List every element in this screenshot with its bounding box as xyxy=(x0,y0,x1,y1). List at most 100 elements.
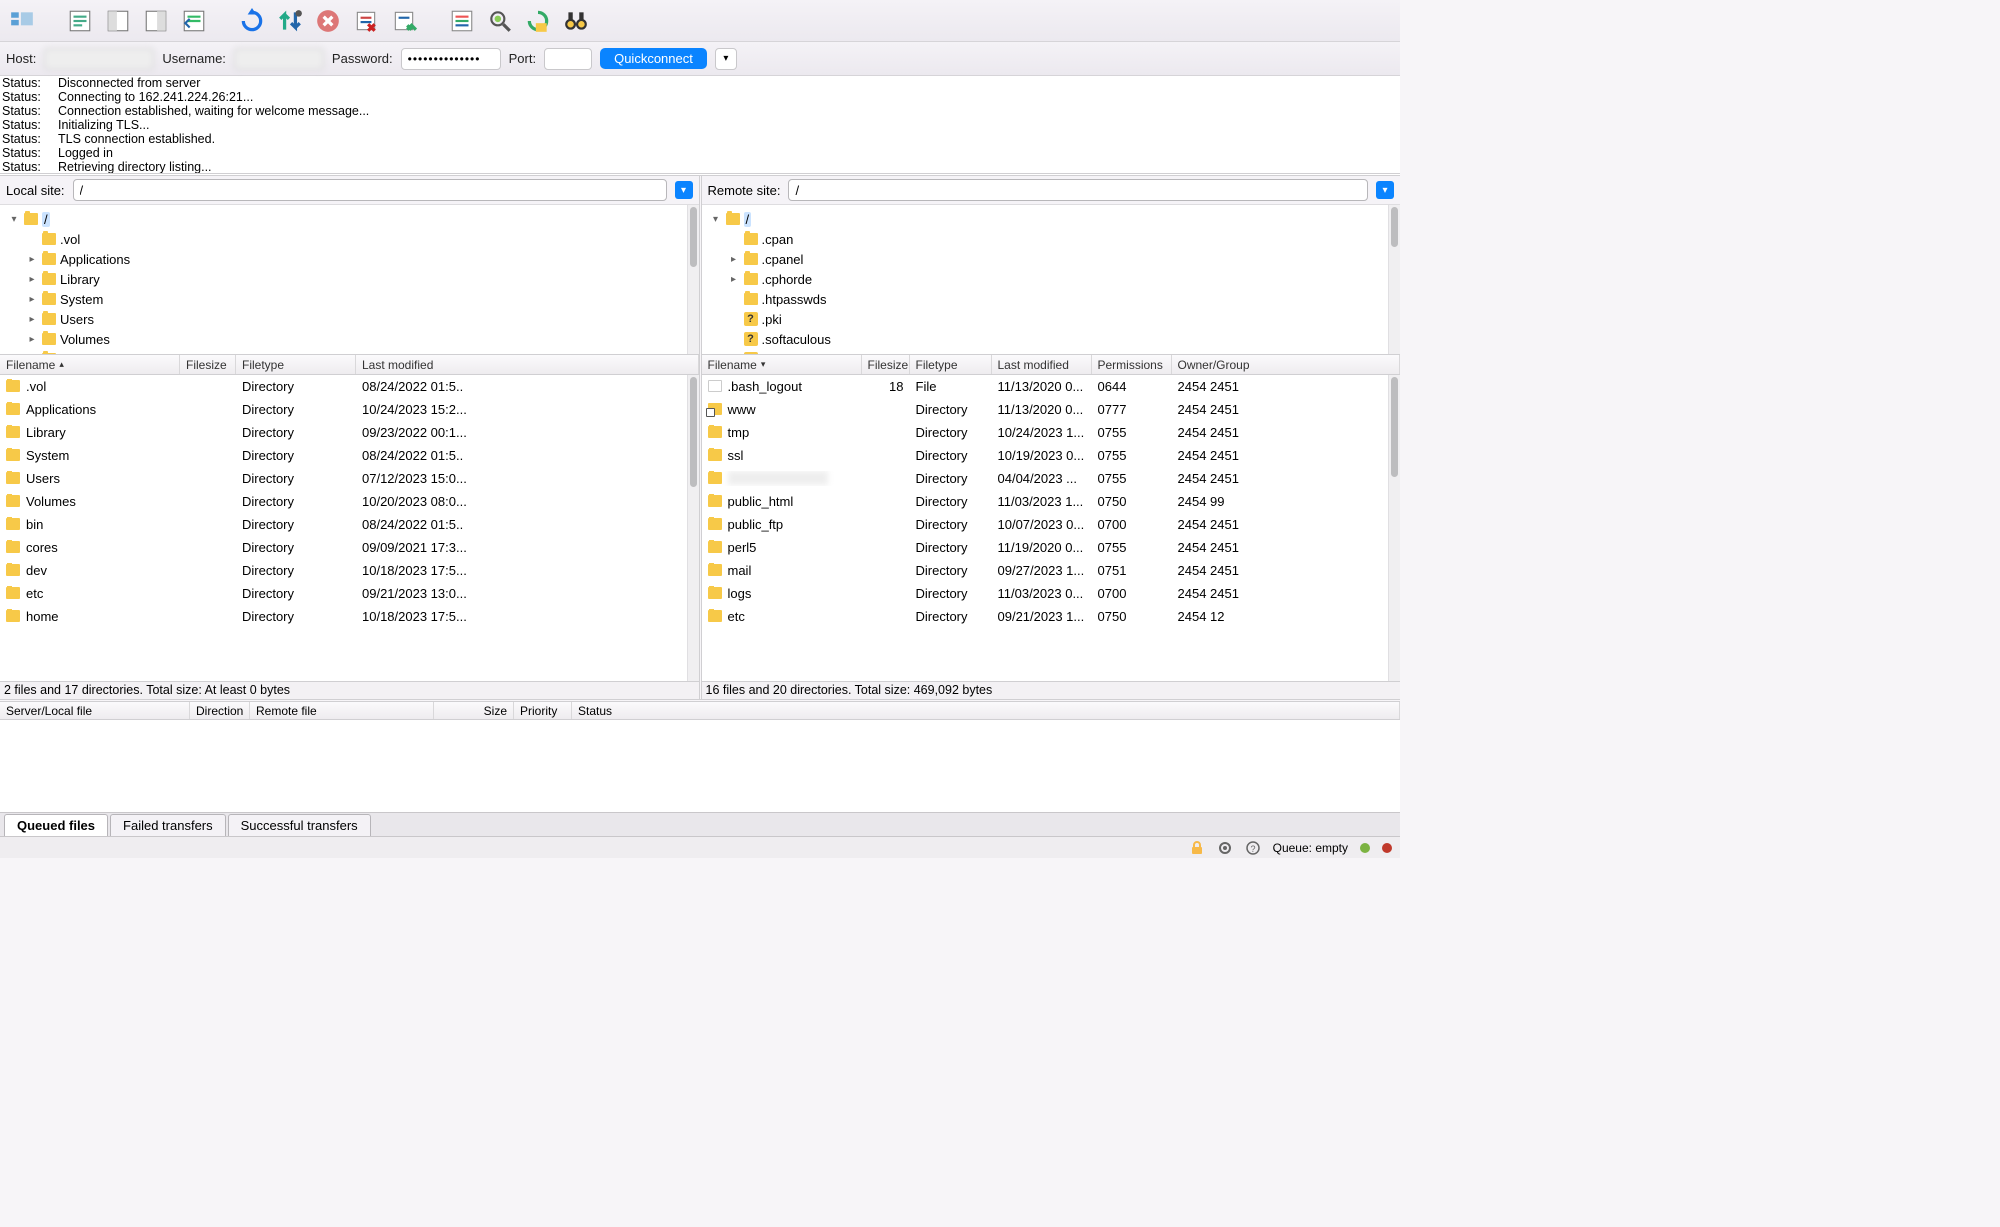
expand-icon[interactable]: ▾ xyxy=(8,214,20,225)
remote-col-filesize[interactable]: Filesize xyxy=(862,355,910,374)
quickconnect-dropdown[interactable]: ▾ xyxy=(715,48,737,70)
list-item[interactable]: public_ftpDirectory10/07/2023 0...070024… xyxy=(702,513,1389,536)
local-tree-scrollbar[interactable] xyxy=(687,205,699,354)
toggle-local-tree-icon[interactable] xyxy=(102,5,134,37)
tree-item[interactable]: ?.spamassassin xyxy=(710,349,1389,354)
queue-col-status[interactable]: Status xyxy=(572,702,1400,719)
tree-item[interactable]: bin xyxy=(8,349,687,354)
list-item[interactable]: sslDirectory10/19/2023 0...07552454 2451 xyxy=(702,444,1389,467)
local-col-filetype[interactable]: Filetype xyxy=(236,355,356,374)
remote-col-modified[interactable]: Last modified xyxy=(992,355,1092,374)
remote-col-permissions[interactable]: Permissions xyxy=(1092,355,1172,374)
tab-successful-transfers[interactable]: Successful transfers xyxy=(228,814,371,836)
remote-col-filetype[interactable]: Filetype xyxy=(910,355,992,374)
cancel-icon[interactable] xyxy=(312,5,344,37)
remote-tree-scrollbar[interactable] xyxy=(1388,205,1400,354)
remote-list-scrollbar[interactable] xyxy=(1388,375,1400,681)
toggle-queue-icon[interactable] xyxy=(178,5,210,37)
tab-failed-transfers[interactable]: Failed transfers xyxy=(110,814,226,836)
expand-icon[interactable]: ▸ xyxy=(26,314,38,325)
toggle-remote-tree-icon[interactable] xyxy=(140,5,172,37)
gear-icon[interactable] xyxy=(1217,840,1233,856)
site-manager-icon[interactable] xyxy=(6,5,38,37)
list-item[interactable]: ApplicationsDirectory10/24/2023 15:2... xyxy=(0,398,687,421)
message-log[interactable]: Status:Disconnected from serverStatus:Co… xyxy=(0,76,1400,176)
expand-icon[interactable]: ▸ xyxy=(26,334,38,345)
local-list-scrollbar[interactable] xyxy=(687,375,699,681)
list-item[interactable]: homeDirectory10/18/2023 17:5... xyxy=(0,605,687,628)
local-col-filesize[interactable]: Filesize xyxy=(180,355,236,374)
tree-item[interactable]: ▸.cpanel xyxy=(710,249,1389,269)
expand-icon[interactable]: ▸ xyxy=(26,294,38,305)
local-site-input[interactable] xyxy=(73,179,667,201)
list-item[interactable]: coresDirectory09/09/2021 17:3... xyxy=(0,536,687,559)
tree-item[interactable]: .cpan xyxy=(710,229,1389,249)
list-item[interactable]: public_htmlDirectory11/03/2023 1...07502… xyxy=(702,490,1389,513)
local-col-filename[interactable]: Filename▴ xyxy=(0,355,180,374)
tree-item[interactable]: ▸Library xyxy=(8,269,687,289)
local-site-dropdown[interactable]: ▾ xyxy=(675,181,693,199)
list-item[interactable]: perl5Directory11/19/2020 0...07552454 24… xyxy=(702,536,1389,559)
tree-item[interactable]: .vol xyxy=(8,229,687,249)
remote-file-list[interactable]: .bash_logout18File11/13/2020 0...0644245… xyxy=(702,375,1389,681)
tree-item[interactable]: ▸System xyxy=(8,289,687,309)
tree-item[interactable]: ▸.cphorde xyxy=(710,269,1389,289)
list-item[interactable]: tmpDirectory10/24/2023 1...07552454 2451 xyxy=(702,421,1389,444)
local-tree[interactable]: ▾/.vol▸Applications▸Library▸System▸Users… xyxy=(0,205,687,354)
tree-item[interactable]: ?.softaculous xyxy=(710,329,1389,349)
list-item[interactable]: LibraryDirectory09/23/2022 00:1... xyxy=(0,421,687,444)
queue-col-size[interactable]: Size xyxy=(434,702,514,719)
list-item[interactable]: wwwDirectory11/13/2020 0...07772454 2451 xyxy=(702,398,1389,421)
list-item[interactable]: logsDirectory11/03/2023 0...07002454 245… xyxy=(702,582,1389,605)
binoculars-icon[interactable] xyxy=(560,5,592,37)
queue-col-direction[interactable]: Direction xyxy=(190,702,250,719)
username-input[interactable] xyxy=(234,48,324,70)
remote-tree[interactable]: ▾/.cpan▸.cpanel▸.cphorde.htpasswds?.pki?… xyxy=(702,205,1389,354)
process-queue-icon[interactable] xyxy=(274,5,306,37)
remote-col-owner[interactable]: Owner/Group xyxy=(1172,355,1401,374)
tree-item[interactable]: ▾/ xyxy=(8,209,687,229)
list-item[interactable]: .volDirectory08/24/2022 01:5.. xyxy=(0,375,687,398)
host-input[interactable] xyxy=(44,48,154,70)
search-icon[interactable] xyxy=(484,5,516,37)
help-icon[interactable]: ? xyxy=(1245,840,1261,856)
remote-site-input[interactable] xyxy=(788,179,1368,201)
tree-item[interactable]: ▸Volumes xyxy=(8,329,687,349)
local-file-list[interactable]: .volDirectory08/24/2022 01:5..Applicatio… xyxy=(0,375,687,681)
remote-col-filename[interactable]: Filename▾ xyxy=(702,355,862,374)
list-item[interactable]: etcDirectory09/21/2023 1...07502454 12 xyxy=(702,605,1389,628)
expand-icon[interactable]: ▾ xyxy=(710,214,722,225)
list-item[interactable]: .bash_logout18File11/13/2020 0...0644245… xyxy=(702,375,1389,398)
list-item[interactable]: etcDirectory09/21/2023 13:0... xyxy=(0,582,687,605)
list-item[interactable]: devDirectory10/18/2023 17:5... xyxy=(0,559,687,582)
expand-icon[interactable]: ▸ xyxy=(26,274,38,285)
tree-item[interactable]: ▾/ xyxy=(710,209,1389,229)
list-item[interactable]: mailDirectory09/27/2023 1...07512454 245… xyxy=(702,559,1389,582)
list-item[interactable]: Directory04/04/2023 ...07552454 2451 xyxy=(702,467,1389,490)
filter-icon[interactable] xyxy=(446,5,478,37)
lock-icon[interactable] xyxy=(1189,840,1205,856)
password-input[interactable] xyxy=(401,48,501,70)
list-item[interactable]: binDirectory08/24/2022 01:5.. xyxy=(0,513,687,536)
reconnect-icon[interactable] xyxy=(388,5,420,37)
list-item[interactable]: VolumesDirectory10/20/2023 08:0... xyxy=(0,490,687,513)
port-input[interactable] xyxy=(544,48,592,70)
refresh-icon[interactable] xyxy=(236,5,268,37)
disconnect-icon[interactable] xyxy=(350,5,382,37)
quickconnect-button[interactable]: Quickconnect xyxy=(600,48,707,69)
queue-col-priority[interactable]: Priority xyxy=(514,702,572,719)
expand-icon[interactable]: ▸ xyxy=(728,254,740,265)
tab-queued-files[interactable]: Queued files xyxy=(4,814,108,836)
tree-item[interactable]: ▸Users xyxy=(8,309,687,329)
local-col-modified[interactable]: Last modified xyxy=(356,355,699,374)
queue-col-server[interactable]: Server/Local file xyxy=(0,702,190,719)
tree-item[interactable]: ▸Applications xyxy=(8,249,687,269)
expand-icon[interactable]: ▸ xyxy=(26,254,38,265)
tree-item[interactable]: .htpasswds xyxy=(710,289,1389,309)
remote-site-dropdown[interactable]: ▾ xyxy=(1376,181,1394,199)
tree-item[interactable]: ?.pki xyxy=(710,309,1389,329)
toggle-log-icon[interactable] xyxy=(64,5,96,37)
compare-icon[interactable] xyxy=(522,5,554,37)
list-item[interactable]: UsersDirectory07/12/2023 15:0... xyxy=(0,467,687,490)
queue-col-remote[interactable]: Remote file xyxy=(250,702,434,719)
